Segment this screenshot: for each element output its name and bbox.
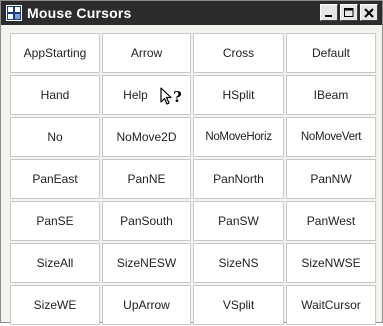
cursor-button-grid: AppStarting Arrow Cross Default Hand Hel… [9, 32, 377, 326]
cursor-button-waitcursor[interactable]: WaitCursor [286, 285, 376, 325]
cursor-button-sizens[interactable]: SizeNS [193, 243, 284, 283]
cursor-button-hand[interactable]: Hand [10, 75, 100, 115]
cursor-button-ibeam[interactable]: IBeam [286, 75, 376, 115]
cursor-button-no[interactable]: No [10, 117, 100, 157]
close-button[interactable] [360, 4, 378, 21]
cursor-button-panse[interactable]: PanSE [10, 201, 100, 241]
cursor-button-sizewe[interactable]: SizeWE [10, 285, 100, 325]
cursor-button-panwest[interactable]: PanWest [286, 201, 376, 241]
cursor-button-pannorth[interactable]: PanNorth [193, 159, 284, 199]
window-title: Mouse Cursors [27, 5, 132, 21]
minimize-icon [325, 14, 332, 17]
minimize-button[interactable] [320, 4, 338, 21]
cursor-button-sizenesw[interactable]: SizeNESW [102, 243, 191, 283]
close-icon [364, 7, 374, 18]
svg-text:?: ? [173, 88, 182, 106]
cursor-button-vsplit[interactable]: VSplit [193, 285, 284, 325]
title-bar[interactable]: Mouse Cursors [1, 1, 382, 25]
cursor-button-help-label: Help [123, 88, 148, 102]
cursor-button-cross[interactable]: Cross [193, 33, 284, 73]
caption-buttons [320, 4, 378, 21]
cursor-button-help[interactable]: Help ? [102, 75, 191, 115]
app-window-icon[interactable] [6, 5, 22, 21]
cursor-button-appstarting[interactable]: AppStarting [10, 33, 100, 73]
cursor-button-panne[interactable]: PanNE [102, 159, 191, 199]
cursor-button-nomove2d[interactable]: NoMove2D [102, 117, 191, 157]
cursor-button-sizeall[interactable]: SizeAll [10, 243, 100, 283]
maximize-icon [344, 7, 354, 17]
cursor-button-default[interactable]: Default [286, 33, 376, 73]
cursor-button-pansw[interactable]: PanSW [193, 201, 284, 241]
cursor-button-paneast[interactable]: PanEast [10, 159, 100, 199]
help-cursor-icon: ? [160, 87, 186, 109]
cursor-button-nomovehoriz[interactable]: NoMoveHoriz [193, 117, 284, 157]
maximize-button[interactable] [340, 4, 358, 21]
cursor-button-hsplit[interactable]: HSplit [193, 75, 284, 115]
cursor-button-pansouth[interactable]: PanSouth [102, 201, 191, 241]
cursor-button-arrow[interactable]: Arrow [102, 33, 191, 73]
cursor-button-nomovevert[interactable]: NoMoveVert [286, 117, 376, 157]
cursor-button-pannw[interactable]: PanNW [286, 159, 376, 199]
cursor-button-sizenwse[interactable]: SizeNWSE [286, 243, 376, 283]
cursor-button-uparrow[interactable]: UpArrow [102, 285, 191, 325]
mouse-cursors-window: Mouse Cursors AppStarting Arrow Cross De… [0, 0, 383, 326]
